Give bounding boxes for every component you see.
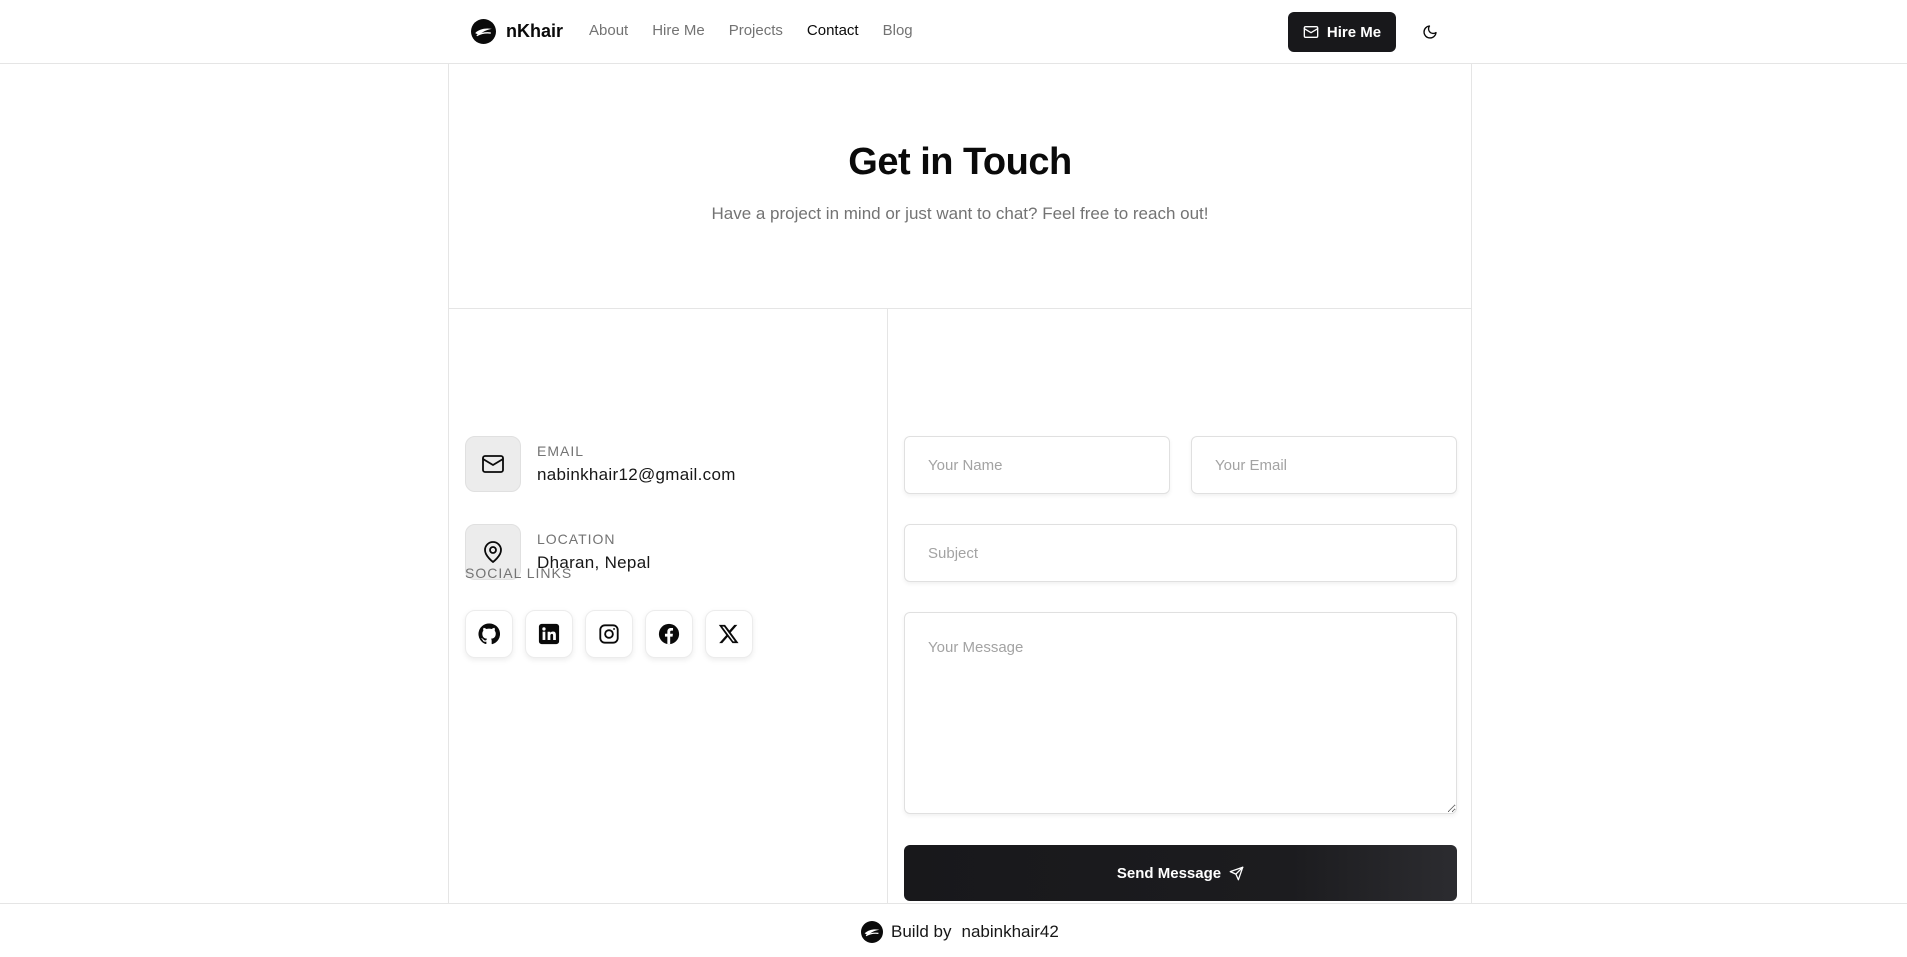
swoosh-logo-icon <box>861 921 883 943</box>
nav-contact[interactable]: Contact <box>807 22 859 39</box>
github-icon <box>478 623 500 645</box>
instagram-icon <box>599 624 619 644</box>
page-subtitle: Have a project in mind or just want to c… <box>711 204 1209 223</box>
site-header: nKhair About Hire Me Projects Contact Bl… <box>0 0 1907 64</box>
name-input[interactable] <box>904 436 1170 494</box>
footer-author-link[interactable]: nabinkhair42 <box>961 922 1058 942</box>
contact-info-panel: EMAIL nabinkhair12@gmail.com LOCATION Dh… <box>449 309 888 903</box>
email-text: EMAIL nabinkhair12@gmail.com <box>537 443 736 485</box>
location-label: LOCATION <box>537 531 616 547</box>
brand-link[interactable]: nKhair <box>471 19 563 44</box>
contact-section: Get in Touch Have a project in mind or j… <box>448 64 1472 903</box>
facebook-link[interactable] <box>645 610 693 658</box>
hero: Get in Touch Have a project in mind or j… <box>449 64 1471 309</box>
social-links-title: SOCIAL LINKS <box>465 565 573 581</box>
github-link[interactable] <box>465 610 513 658</box>
map-pin-icon <box>484 541 502 563</box>
linkedin-icon <box>538 623 560 645</box>
x-twitter-icon <box>718 624 739 644</box>
hire-me-button[interactable]: Hire Me <box>1288 12 1396 52</box>
site-footer: Build by nabinkhair42 <box>0 903 1907 957</box>
instagram-link[interactable] <box>585 610 633 658</box>
email-input[interactable] <box>1191 436 1457 494</box>
email-icon-box <box>465 436 521 492</box>
theme-toggle-button[interactable] <box>1418 20 1442 44</box>
moon-icon <box>1423 25 1437 39</box>
email-label: EMAIL <box>537 443 585 459</box>
email-value[interactable]: nabinkhair12@gmail.com <box>537 465 736 485</box>
x-twitter-link[interactable] <box>705 610 753 658</box>
subject-input[interactable] <box>904 524 1457 582</box>
brand-name: nKhair <box>506 21 564 41</box>
nav-blog[interactable]: Blog <box>883 22 913 39</box>
page-title: Get in Touch <box>848 141 1072 183</box>
message-textarea[interactable] <box>904 612 1457 814</box>
contact-form: Send Message <box>889 309 1471 903</box>
main-nav: About Hire Me Projects Contact Blog <box>589 22 913 39</box>
send-message-label: Send Message <box>1116 864 1222 882</box>
footer-credit: Build by nabinkhair42 <box>861 921 1059 943</box>
nav-about[interactable]: About <box>589 22 628 39</box>
mail-icon <box>1303 26 1319 38</box>
send-icon <box>1229 866 1244 880</box>
send-message-button[interactable]: Send Message <box>904 845 1457 901</box>
mail-icon <box>482 455 504 473</box>
swoosh-logo-icon <box>471 19 496 44</box>
nav-projects[interactable]: Projects <box>729 22 783 39</box>
social-links <box>465 610 753 658</box>
email-info: EMAIL nabinkhair12@gmail.com <box>465 436 736 492</box>
nav-hire-me[interactable]: Hire Me <box>652 22 705 39</box>
hire-me-label: Hire Me <box>1326 23 1382 41</box>
facebook-icon <box>658 623 680 645</box>
footer-prefix: Build by <box>891 922 952 941</box>
linkedin-link[interactable] <box>525 610 573 658</box>
